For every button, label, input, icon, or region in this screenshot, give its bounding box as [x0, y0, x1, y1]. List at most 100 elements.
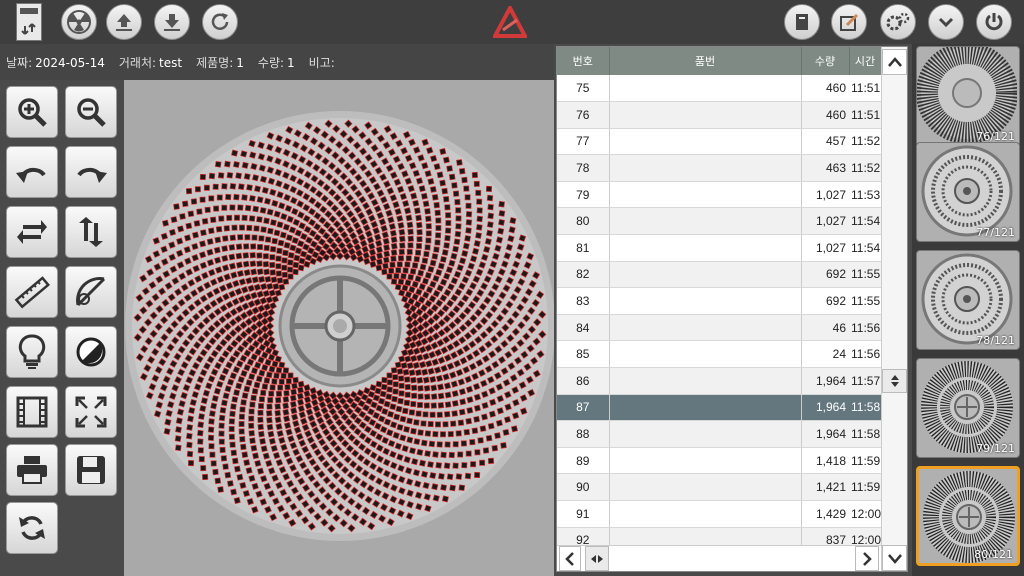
row-part	[609, 101, 802, 129]
row-qty: 1,027	[801, 181, 849, 209]
row-time: 11:55	[849, 287, 881, 315]
table-row[interactable]: 77 457 11:52	[557, 128, 881, 156]
row-time: 11:52	[849, 154, 881, 182]
row-qty: 1,421	[801, 473, 849, 501]
table-row[interactable]: 90 1,421 11:59	[557, 473, 881, 501]
lightbulb-icon[interactable]	[6, 326, 58, 378]
vertical-scrollbar[interactable]	[881, 47, 907, 571]
row-part	[609, 154, 802, 182]
thumbnail-count: 79/121	[976, 442, 1015, 455]
upload-icon[interactable]	[106, 4, 142, 40]
zoom-out-icon[interactable]	[65, 86, 117, 138]
thumbnail-item[interactable]: 80/121	[916, 466, 1020, 566]
table-row[interactable]: 83 692 11:55	[557, 287, 881, 315]
table-row[interactable]: 85 24 11:56	[557, 340, 881, 369]
flip-horizontal-icon[interactable]	[6, 206, 58, 258]
book-icon[interactable]	[784, 4, 820, 40]
row-time: 11:53	[849, 181, 881, 209]
row-no: 75	[557, 75, 610, 103]
row-no: 82	[557, 261, 610, 289]
radiation-icon[interactable]	[61, 4, 97, 40]
header-part[interactable]: 품번	[609, 47, 802, 75]
row-no: 81	[557, 234, 610, 262]
row-qty: 1,429	[801, 500, 849, 528]
table-row[interactable]: 91 1,429 12:00	[557, 500, 881, 528]
row-time: 11:58	[849, 420, 881, 448]
table-row[interactable]: 87 1,964 11:58	[557, 394, 881, 422]
row-time: 11:58	[849, 394, 881, 422]
power-icon[interactable]	[976, 4, 1012, 40]
scroll-handle-icon[interactable]	[882, 369, 907, 393]
row-qty: 1,027	[801, 207, 849, 236]
row-no: 91	[557, 500, 610, 528]
app-window: 날짜: 2024-05-14 거래처: test 제품명: 1 수량: 1 비고:	[0, 0, 1024, 576]
table-row[interactable]: 76 460 11:51	[557, 101, 881, 129]
rotate-left-icon[interactable]	[6, 146, 58, 198]
protractor-icon[interactable]	[65, 266, 117, 318]
scroll-left-icon[interactable]	[559, 546, 581, 571]
ruler-icon[interactable]	[6, 266, 58, 318]
date-info: 날짜: 2024-05-14	[6, 54, 105, 71]
download-icon[interactable]	[154, 4, 190, 40]
table-row[interactable]: 80 1,027 11:54	[557, 207, 881, 236]
contrast-icon[interactable]	[65, 326, 117, 378]
row-qty: 460	[801, 75, 849, 103]
scroll-up-icon[interactable]	[882, 49, 907, 75]
xray-image-viewer[interactable]	[124, 80, 554, 576]
thumbnail-strip: 76/121 77/121 78/121 79/121 80/121	[912, 44, 1024, 576]
save-icon[interactable]	[65, 444, 117, 496]
rotate-right-icon[interactable]	[65, 146, 117, 198]
row-part	[609, 234, 802, 262]
table-row[interactable]: 89 1,418 11:59	[557, 447, 881, 475]
hscroll-handle-icon[interactable]	[585, 546, 609, 571]
print-icon[interactable]	[6, 444, 58, 496]
row-time: 11:56	[849, 314, 881, 342]
document-icon[interactable]	[16, 3, 42, 41]
reload-icon[interactable]	[6, 502, 58, 554]
table-row[interactable]: 88 1,964 11:58	[557, 420, 881, 448]
row-time: 11:59	[849, 447, 881, 475]
table-row[interactable]: 84 46 11:56	[557, 314, 881, 342]
table-row[interactable]: 82 692 11:55	[557, 261, 881, 289]
table-row[interactable]: 81 1,027 11:54	[557, 234, 881, 262]
settings-icon[interactable]	[880, 4, 916, 40]
zoom-in-icon[interactable]	[6, 86, 58, 138]
client-value: test	[159, 55, 183, 70]
row-qty: 1,418	[801, 447, 849, 475]
flip-vertical-icon[interactable]	[65, 206, 117, 258]
row-qty: 1,964	[801, 367, 849, 395]
table-row[interactable]: 86 1,964 11:57	[557, 367, 881, 395]
row-part	[609, 473, 802, 501]
table-row[interactable]: 79 1,027 11:53	[557, 181, 881, 209]
inspection-table: 번호 품번 수량 시간 75 460 11:51 76 460 11:51 77 457 11:…	[556, 46, 908, 572]
scroll-down-icon[interactable]	[882, 545, 907, 571]
thumbnail-item[interactable]: 77/121	[916, 142, 1020, 242]
row-no: 88	[557, 420, 610, 448]
note-label: 비고:	[308, 55, 335, 70]
horizontal-scrollbar[interactable]	[557, 545, 881, 571]
film-icon[interactable]	[6, 386, 58, 438]
row-time: 11:54	[849, 234, 881, 262]
table-row[interactable]: 75 460 11:51	[557, 75, 881, 103]
row-part	[609, 128, 802, 156]
edit-icon[interactable]	[831, 4, 867, 40]
chevron-down-icon[interactable]	[928, 4, 964, 40]
fullscreen-icon[interactable]	[65, 386, 117, 438]
row-no: 89	[557, 447, 610, 475]
row-qty: 692	[801, 287, 849, 315]
header-no[interactable]: 번호	[557, 47, 610, 75]
header-qty[interactable]: 수량	[801, 47, 850, 75]
row-no: 77	[557, 128, 610, 156]
row-time: 11:56	[849, 340, 881, 369]
thumbnail-item[interactable]: 78/121	[916, 250, 1020, 350]
scroll-right-icon[interactable]	[855, 546, 879, 571]
row-qty: 46	[801, 314, 849, 342]
tool-panel	[0, 80, 124, 576]
row-part	[609, 420, 802, 448]
table-row[interactable]: 78 463 11:52	[557, 154, 881, 182]
refresh-icon[interactable]	[202, 4, 238, 40]
header-time[interactable]: 시간	[849, 47, 882, 75]
thumbnail-item[interactable]: 79/121	[916, 358, 1020, 458]
thumbnail-item[interactable]: 76/121	[916, 46, 1020, 146]
row-part	[609, 447, 802, 475]
